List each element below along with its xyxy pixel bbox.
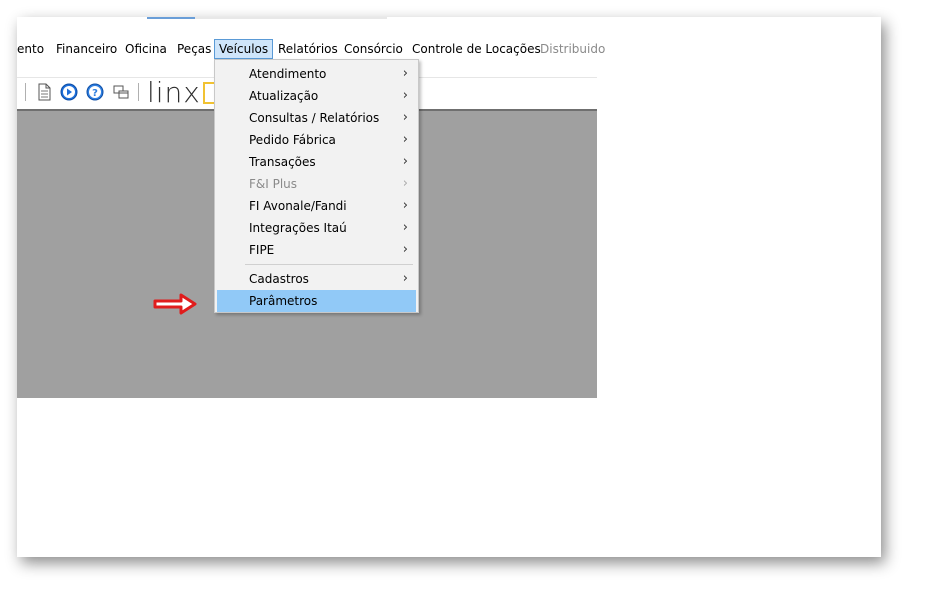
- menu-item-label: Atualização: [249, 89, 319, 103]
- menu-item-ento[interactable]: ento: [17, 39, 48, 59]
- chevron-right-icon: ›: [402, 66, 408, 81]
- menu-item-label: Pedido Fábrica: [249, 133, 336, 147]
- chevron-right-icon: ›: [402, 176, 408, 191]
- menu-item-label: Cadastros: [249, 272, 309, 286]
- chevron-right-icon: ›: [402, 271, 408, 286]
- tab-strip: [147, 17, 387, 19]
- chevron-right-icon: ›: [402, 88, 408, 103]
- menu-item-atendimento[interactable]: Atendimento ›: [217, 63, 416, 85]
- menu-item-financeiro[interactable]: Financeiro: [52, 39, 121, 59]
- logo-accent: [202, 82, 214, 104]
- menu-item-label: Parâmetros: [249, 294, 318, 308]
- menu-item-distribuido[interactable]: Distribuido: [536, 39, 609, 59]
- menu-item-label: Atendimento: [249, 67, 327, 81]
- menu-separator: [245, 264, 413, 265]
- menu-item-pecas[interactable]: Peças: [173, 39, 215, 59]
- chevron-right-icon: ›: [402, 110, 408, 125]
- chevron-right-icon: ›: [402, 198, 408, 213]
- menu-item-pedido-fabrica[interactable]: Pedido Fábrica ›: [217, 129, 416, 151]
- play-circle-icon[interactable]: [60, 82, 78, 102]
- svg-text:?: ?: [92, 88, 98, 99]
- menu-item-label: FIPE: [249, 243, 275, 257]
- toolbar-separator: [138, 83, 139, 101]
- linx-logo: linx: [147, 78, 214, 108]
- menu-item-parametros[interactable]: Parâmetros: [217, 290, 416, 312]
- chevron-right-icon: ›: [402, 220, 408, 235]
- menu-item-label: FI Avonale/Fandi: [249, 199, 347, 213]
- menu-item-integracoes-itau[interactable]: Integrações Itaú ›: [217, 217, 416, 239]
- menu-item-consultas-relatorios[interactable]: Consultas / Relatórios ›: [217, 107, 416, 129]
- menu-item-atualizacao[interactable]: Atualização ›: [217, 85, 416, 107]
- menu-item-controle-de-locacoes[interactable]: Controle de Locações: [408, 39, 545, 59]
- menu-item-oficina[interactable]: Oficina: [121, 39, 171, 59]
- menu-item-label: F&I Plus: [249, 177, 298, 191]
- help-circle-icon[interactable]: ?: [86, 82, 104, 102]
- document-icon[interactable]: [35, 82, 53, 102]
- menu-item-fi-avonale-fandi[interactable]: FI Avonale/Fandi ›: [217, 195, 416, 217]
- menu-item-cadastros[interactable]: Cadastros ›: [217, 268, 416, 290]
- logo-text: linx: [147, 76, 201, 109]
- red-arrow-icon: [153, 292, 199, 316]
- menu-item-transacoes[interactable]: Transações ›: [217, 151, 416, 173]
- menu-item-fipe[interactable]: FIPE ›: [217, 239, 416, 261]
- veiculos-dropdown-menu: Atendimento › Atualização › Consultas / Re…: [214, 59, 419, 313]
- menu-item-relatorios[interactable]: Relatórios: [274, 39, 342, 59]
- menu-bar: ento Financeiro Oficina Peças Veículos R…: [17, 39, 605, 59]
- toolbar-separator: [25, 83, 26, 101]
- app-window: ento Financeiro Oficina Peças Veículos R…: [17, 17, 881, 557]
- menu-item-veiculos[interactable]: Veículos: [214, 39, 274, 59]
- windows-icon[interactable]: [112, 82, 130, 102]
- chevron-right-icon: ›: [402, 242, 408, 257]
- menu-item-label: Integrações Itaú: [249, 221, 347, 235]
- menu-item-label: Transações: [249, 155, 316, 169]
- chevron-right-icon: ›: [402, 154, 408, 169]
- menu-item-fi-plus[interactable]: F&I Plus ›: [217, 173, 416, 195]
- chevron-right-icon: ›: [402, 132, 408, 147]
- menu-item-label: Consultas / Relatórios: [249, 111, 380, 125]
- menu-item-consorcio[interactable]: Consórcio: [340, 39, 407, 59]
- active-tab-indicator: [147, 17, 195, 19]
